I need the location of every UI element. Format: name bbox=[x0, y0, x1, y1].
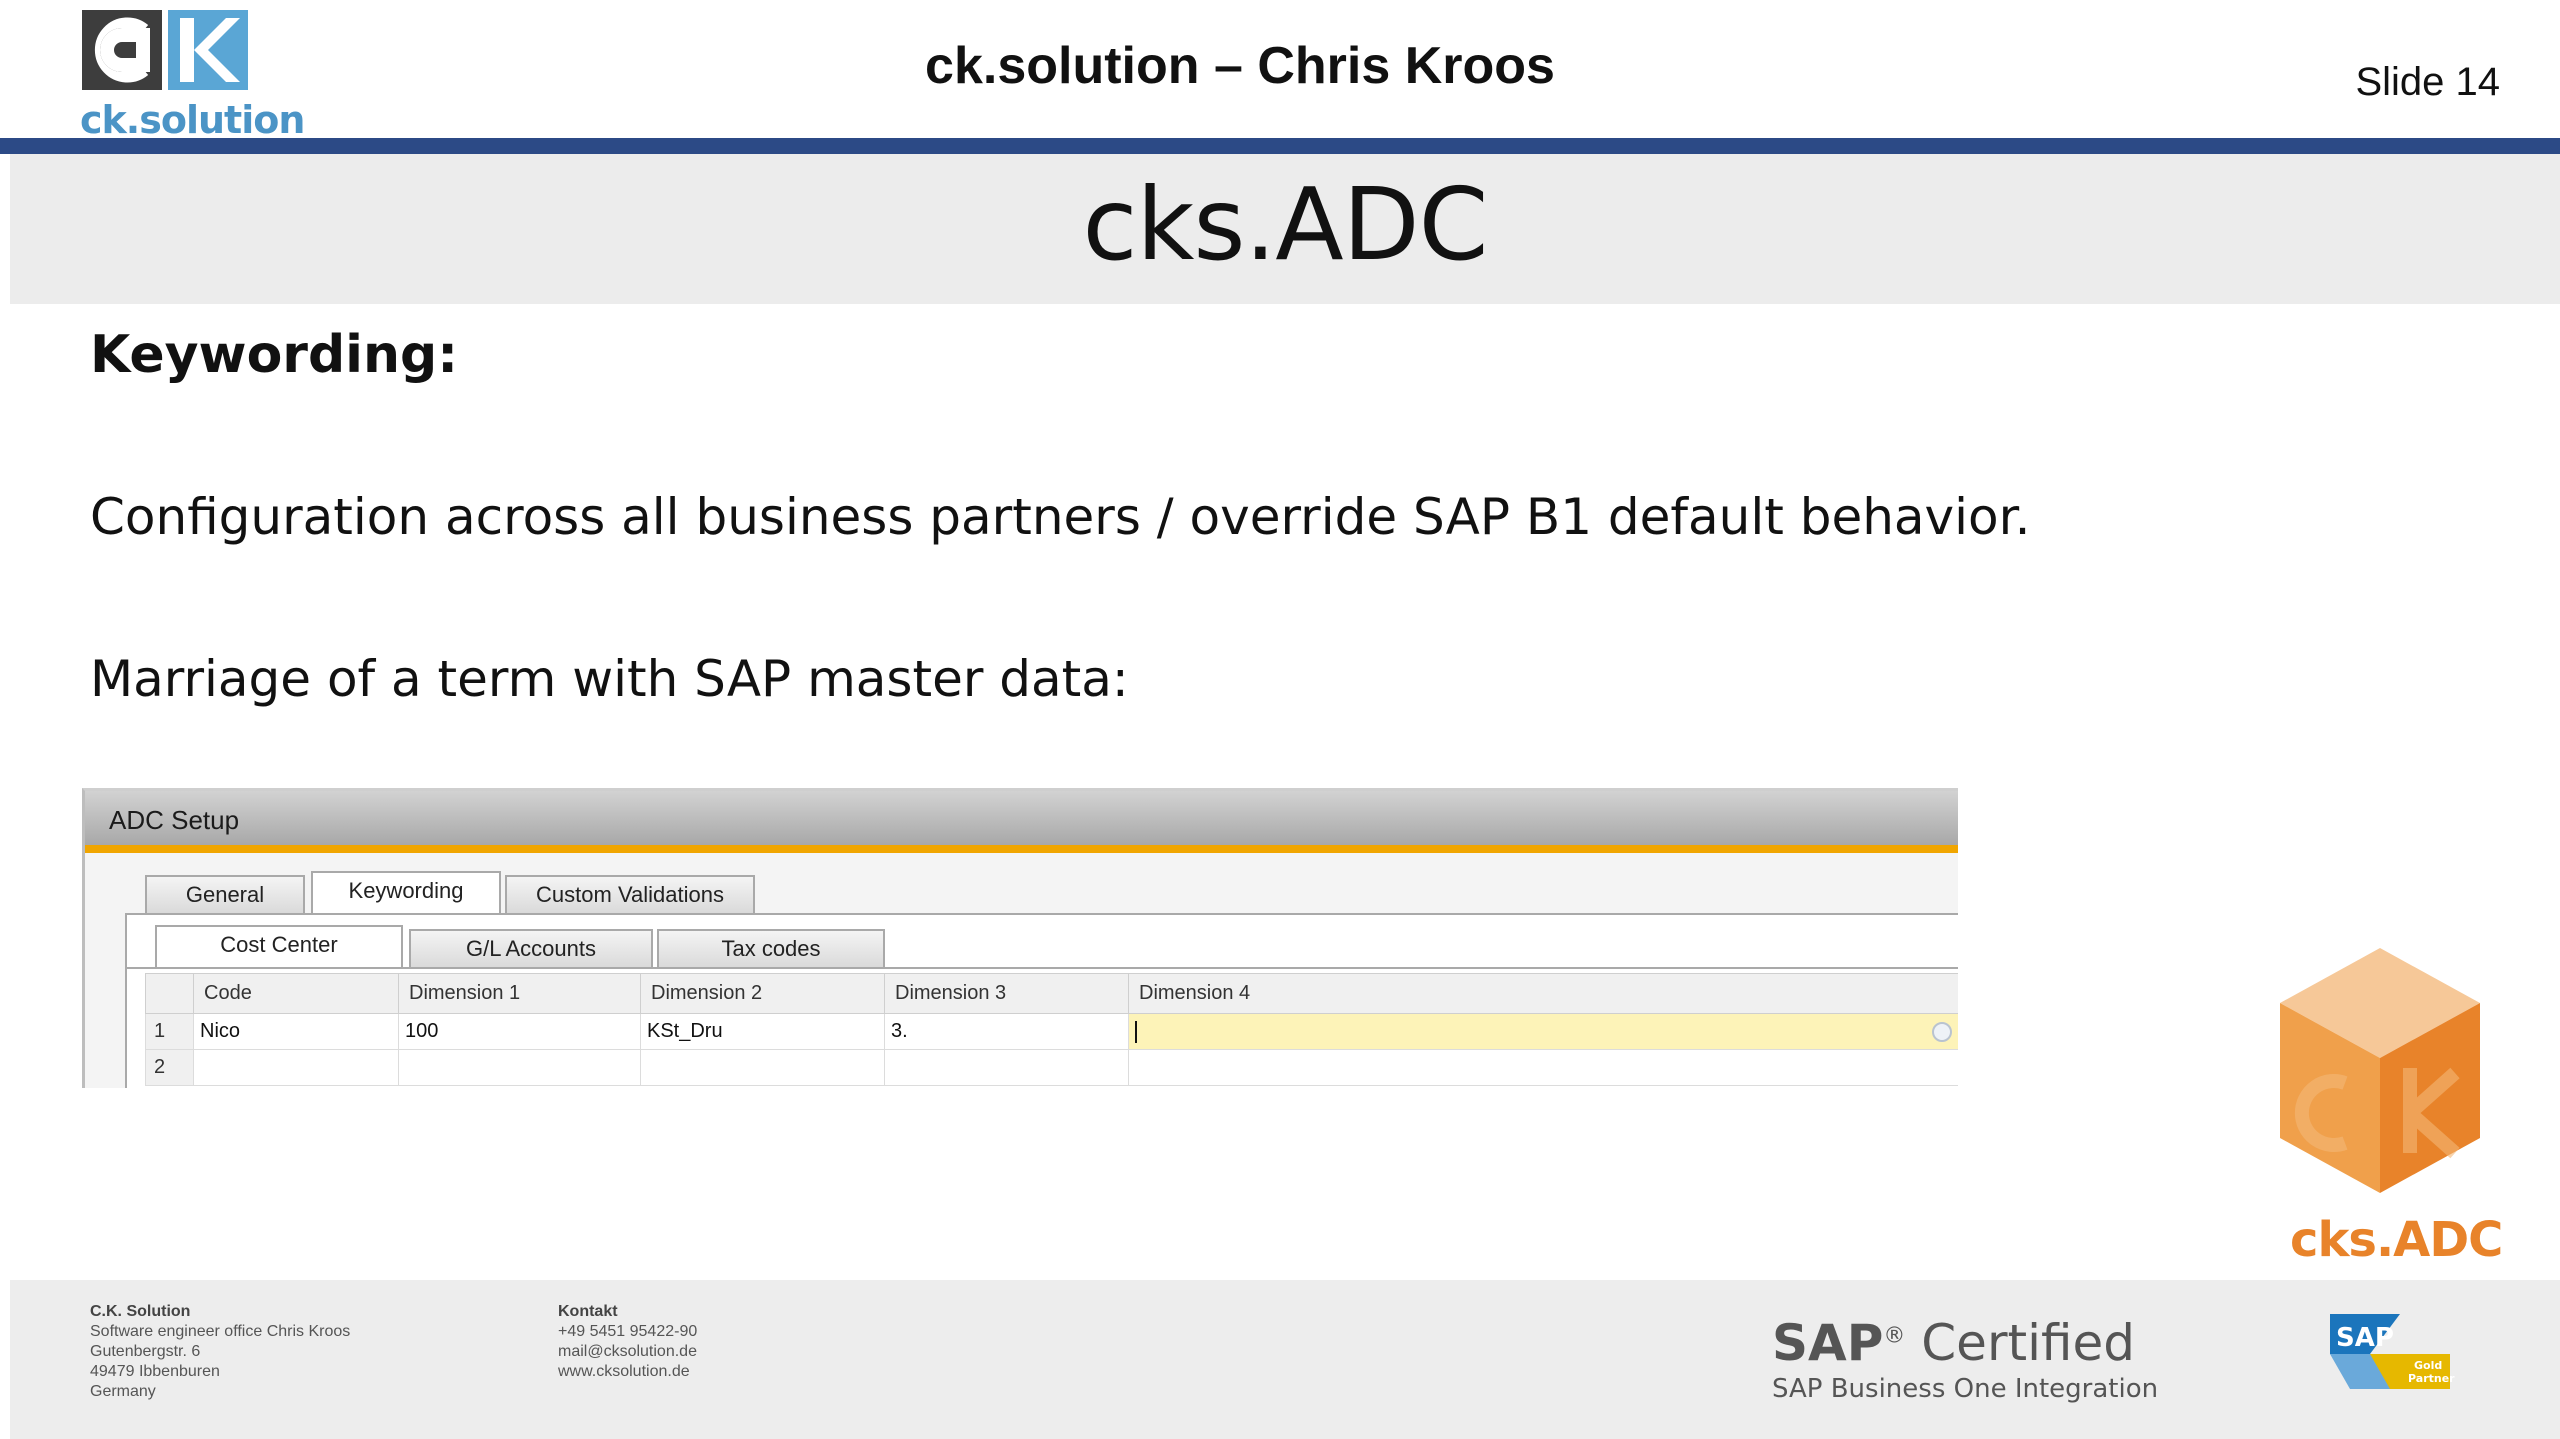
column-header-dimension-4[interactable]: Dimension 4 bbox=[1128, 973, 1958, 1014]
subtab-tax-codes[interactable]: Tax codes bbox=[657, 929, 885, 967]
cost-center-grid: Code Dimension 1 Dimension 2 Dimension 3… bbox=[145, 973, 1958, 1086]
choose-from-list-icon[interactable] bbox=[1932, 1022, 1952, 1042]
column-header-code[interactable]: Code bbox=[193, 973, 399, 1014]
sap-word: SAP bbox=[1772, 1314, 1884, 1372]
cell-dimension-1[interactable] bbox=[398, 1049, 641, 1086]
title-band: cks.ADC bbox=[10, 154, 2560, 304]
tab-keywording[interactable]: Keywording bbox=[311, 871, 501, 913]
slide-header: ck.solution ck.solution – Chris Kroos Sl… bbox=[0, 0, 2560, 142]
cube-label: cks.ADC bbox=[2290, 1212, 2503, 1268]
window-titlebar[interactable]: ADC Setup bbox=[85, 791, 1958, 845]
logo-text: ck.solution bbox=[80, 98, 305, 142]
company-line: Software engineer office Chris Kroos bbox=[90, 1323, 351, 1340]
cell-dimension-2[interactable]: KSt_Dru bbox=[640, 1013, 885, 1050]
company-heading: C.K. Solution bbox=[90, 1303, 191, 1320]
window-title: ADC Setup bbox=[109, 805, 240, 835]
cell-dimension-3[interactable]: 3. bbox=[884, 1013, 1129, 1050]
sap-gold-partner-badge: SAP Gold Partner bbox=[2330, 1314, 2455, 1389]
cell-dimension-4-active[interactable] bbox=[1128, 1013, 1958, 1050]
cell-dimension-3[interactable] bbox=[884, 1049, 1129, 1086]
cell-code[interactable] bbox=[193, 1049, 399, 1086]
logo-c-block bbox=[82, 10, 162, 90]
window-body: General Custom Validations Keywording G/… bbox=[85, 853, 1958, 1088]
contact-website: www.cksolution.de bbox=[558, 1363, 690, 1380]
contact-phone: +49 5451 95422-90 bbox=[558, 1323, 698, 1340]
cell-code[interactable]: Nico bbox=[193, 1013, 399, 1050]
table-row: 2 bbox=[145, 1049, 1958, 1086]
slide-title: cks.ADC bbox=[1082, 166, 1488, 283]
cell-dimension-1[interactable]: 100 bbox=[398, 1013, 641, 1050]
sap-certified-logo: SAP® Certified SAP Business One Integrat… bbox=[1772, 1314, 2158, 1404]
contact-info: Kontakt +49 5451 95422-90 mail@cksolutio… bbox=[558, 1302, 697, 1382]
cell-dimension-4[interactable] bbox=[1128, 1049, 1958, 1086]
deck-title: ck.solution – Chris Kroos bbox=[925, 37, 1555, 95]
registered-mark: ® bbox=[1883, 1323, 1906, 1349]
tab-general[interactable]: General bbox=[145, 875, 305, 913]
keywording-panel: G/L Accounts Tax codes Cost Center Code … bbox=[125, 915, 1958, 1088]
table-row: 1 Nico 100 KSt_Dru 3. bbox=[145, 1013, 1958, 1050]
slide-number: Slide 14 bbox=[2355, 60, 2500, 104]
company-line: 49479 Ibbenburen bbox=[90, 1363, 220, 1380]
column-header-dimension-2[interactable]: Dimension 2 bbox=[640, 973, 885, 1014]
slide-footer: C.K. Solution Software engineer office C… bbox=[10, 1280, 2560, 1439]
section-heading: Keywording: bbox=[90, 325, 459, 385]
adc-setup-window: ADC Setup General Custom Validations Key… bbox=[82, 788, 1958, 1088]
sap-integration-subtitle: SAP Business One Integration bbox=[1772, 1374, 2159, 1404]
company-line: Gutenbergstr. 6 bbox=[90, 1343, 201, 1360]
window-accent-line bbox=[85, 845, 1958, 853]
row-number[interactable]: 2 bbox=[145, 1049, 194, 1086]
tab-custom-validations[interactable]: Custom Validations bbox=[505, 875, 755, 913]
contact-email: mail@cksolution.de bbox=[558, 1343, 697, 1360]
company-address: C.K. Solution Software engineer office C… bbox=[90, 1302, 350, 1402]
subtab-strip-line bbox=[127, 967, 1958, 969]
badge-sap-text: SAP bbox=[2336, 1323, 2394, 1353]
row-number-header bbox=[145, 973, 194, 1014]
contact-heading: Kontakt bbox=[558, 1303, 618, 1320]
row-number[interactable]: 1 bbox=[145, 1013, 194, 1050]
badge-partner-text: Partner bbox=[2408, 1372, 2455, 1385]
ck-solution-logo: ck.solution bbox=[80, 10, 305, 142]
cks-adc-cube-icon bbox=[2280, 948, 2480, 1193]
cell-dimension-2[interactable] bbox=[640, 1049, 885, 1086]
column-header-dimension-3[interactable]: Dimension 3 bbox=[884, 973, 1129, 1014]
paragraph-marriage: Marriage of a term with SAP master data: bbox=[90, 650, 1129, 708]
paragraph-configuration: Configuration across all business partne… bbox=[90, 488, 2031, 546]
text-cursor bbox=[1135, 1020, 1137, 1043]
logo-k-block bbox=[168, 10, 248, 90]
column-header-dimension-1[interactable]: Dimension 1 bbox=[398, 973, 641, 1014]
header-divider-bar bbox=[0, 138, 2560, 154]
badge-gold-text: Gold bbox=[2414, 1359, 2442, 1372]
company-line: Germany bbox=[90, 1383, 156, 1400]
subtab-gl-accounts[interactable]: G/L Accounts bbox=[409, 929, 653, 967]
certified-word: Certified bbox=[1921, 1314, 2135, 1372]
subtab-cost-center[interactable]: Cost Center bbox=[155, 925, 403, 967]
grid-header-row: Code Dimension 1 Dimension 2 Dimension 3… bbox=[145, 973, 1958, 1014]
